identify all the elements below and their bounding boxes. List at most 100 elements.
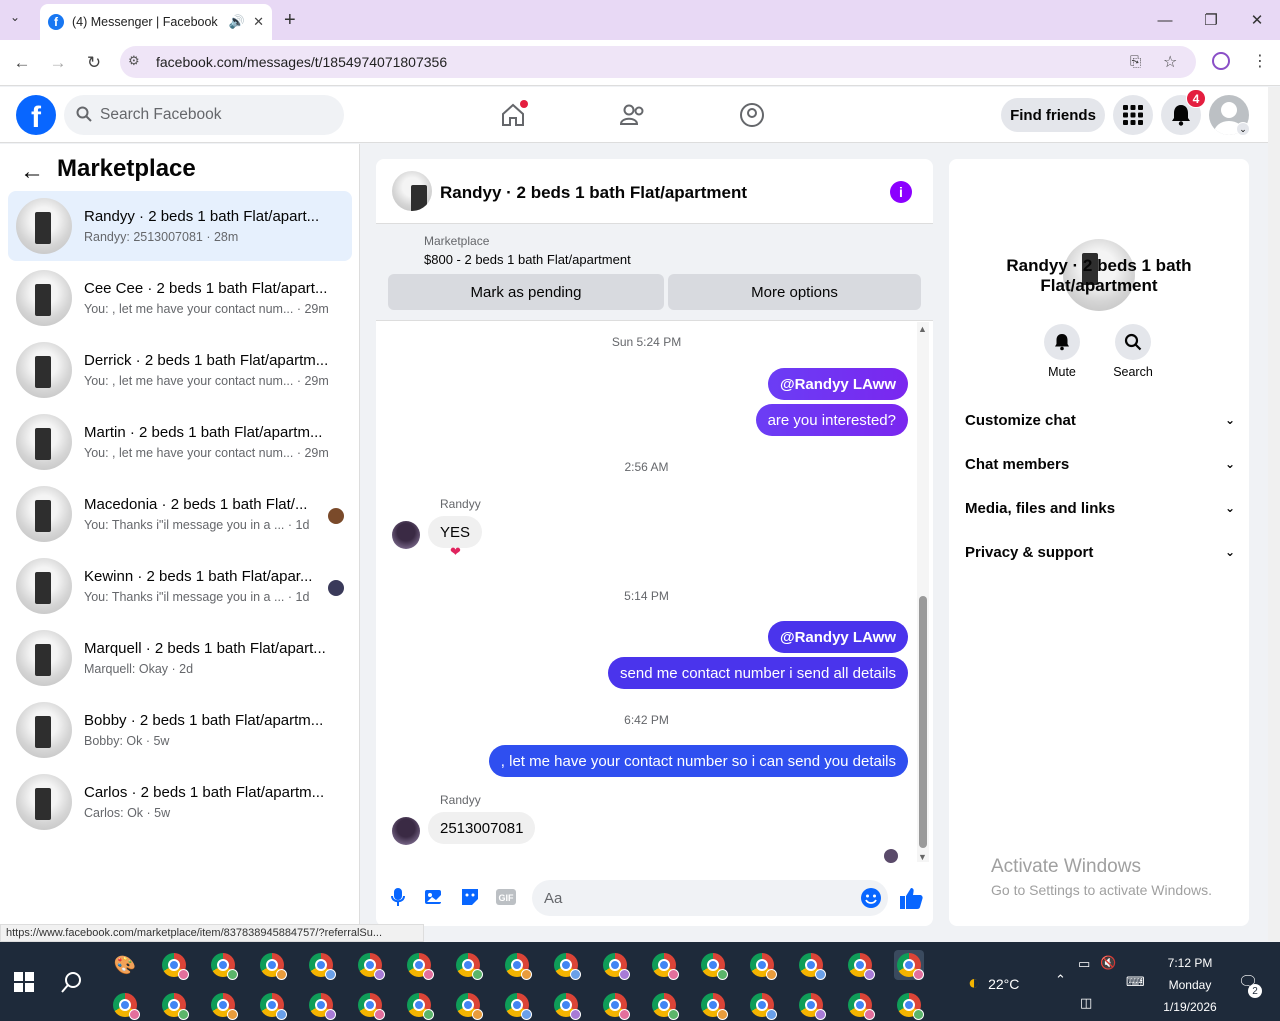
taskbar-app-chrome[interactable] <box>159 990 189 1020</box>
taskbar-app-chrome[interactable] <box>796 950 826 980</box>
heart-reaction-icon[interactable]: ❤ <box>450 544 466 559</box>
facebook-logo[interactable]: f <box>16 95 56 135</box>
gif-icon[interactable]: GIF <box>494 885 518 909</box>
sticker-icon[interactable] <box>458 885 482 909</box>
conversation-kewinn[interactable]: Kewinn · 2 beds 1 bath Flat/apar... You: … <box>8 551 352 621</box>
minimize-window-button[interactable]: — <box>1150 8 1180 32</box>
find-friends-button[interactable]: Find friends <box>1001 98 1105 132</box>
meet-icon[interactable]: ◫ <box>1080 995 1092 1011</box>
listing-price-title[interactable]: $800 - 2 beds 1 bath Flat/apartment <box>424 252 631 267</box>
randyy-avatar[interactable] <box>392 521 420 549</box>
close-tab-icon[interactable]: ✕ <box>253 14 264 30</box>
taskbar-app-chrome[interactable] <box>698 950 728 980</box>
menu-grid-button[interactable] <box>1113 95 1153 135</box>
taskbar-app-chrome[interactable] <box>551 950 581 980</box>
speaker-icon[interactable]: 🔊 <box>229 14 245 30</box>
media-files-links-row[interactable]: Media, files and links ⌄ <box>965 496 1235 520</box>
taskbar-app-chrome[interactable] <box>306 950 336 980</box>
conversation-marquell[interactable]: Marquell · 2 beds 1 bath Flat/apart... Ma… <box>8 623 352 693</box>
forward-button[interactable]: → <box>46 52 70 74</box>
microphone-icon[interactable] <box>386 885 410 909</box>
taskbar-app-chrome[interactable] <box>355 990 385 1020</box>
new-tab-button[interactable]: + <box>284 9 296 32</box>
conversation-carlos[interactable]: Carlos · 2 beds 1 bath Flat/apartm... Car… <box>8 767 352 837</box>
taskbar-app-chrome[interactable] <box>502 990 532 1020</box>
chat-title[interactable]: Randyy · 2 beds 1 bath Flat/apartment <box>440 183 747 203</box>
taskbar-app-chrome[interactable] <box>453 990 483 1020</box>
message-outgoing-mention[interactable]: @Randyy LAww <box>767 368 908 400</box>
message-outgoing[interactable]: , let me have your contact number so i c… <box>488 745 908 777</box>
page-scrollbar[interactable] <box>1268 87 1280 941</box>
close-window-button[interactable]: ✕ <box>1242 8 1272 32</box>
taskbar-app-chrome[interactable] <box>698 990 728 1020</box>
taskbar-app-chrome[interactable] <box>306 990 336 1020</box>
reload-button[interactable]: ↻ <box>82 52 106 74</box>
taskbar-app-chrome[interactable] <box>649 950 679 980</box>
taskbar-app-chrome[interactable] <box>600 950 630 980</box>
emoji-icon[interactable] <box>860 887 882 909</box>
profile-icon[interactable] <box>1212 52 1230 70</box>
taskbar-app-chrome[interactable] <box>502 950 532 980</box>
taskbar-app-chrome[interactable] <box>110 990 140 1020</box>
keyboard-icon[interactable]: ⌨ <box>1126 974 1145 990</box>
taskbar-app-chrome[interactable] <box>551 990 581 1020</box>
browser-tab-messenger[interactable]: f (4) Messenger | Facebook 🔊 ✕ <box>40 4 272 40</box>
scroll-up-arrow-icon[interactable]: ▲ <box>918 324 927 334</box>
volume-muted-icon[interactable]: 🔇 <box>1100 955 1116 971</box>
bookmark-star-icon[interactable]: ☆ <box>1163 52 1177 72</box>
conversation-cee-cee[interactable]: Cee Cee · 2 beds 1 bath Flat/apart... You… <box>8 263 352 333</box>
privacy-support-row[interactable]: Privacy & support ⌄ <box>965 540 1235 564</box>
taskbar-app-chrome[interactable] <box>894 950 924 980</box>
taskbar-app-chrome[interactable] <box>404 950 434 980</box>
thumbs-up-icon[interactable] <box>898 885 924 911</box>
chat-scroll-thumb[interactable] <box>919 596 927 848</box>
message-incoming[interactable]: 2513007081 <box>428 812 536 844</box>
message-outgoing[interactable]: send me contact number i send all detail… <box>608 657 908 689</box>
taskbar-app-chrome[interactable] <box>257 950 287 980</box>
conversation-randyy[interactable]: Randyy · 2 beds 1 bath Flat/apart... Rand… <box>8 191 352 261</box>
conversation-derrick[interactable]: Derrick · 2 beds 1 bath Flat/apartm... Yo… <box>8 335 352 405</box>
taskbar-app-chrome[interactable] <box>845 950 875 980</box>
back-button[interactable]: ← <box>10 52 34 74</box>
tab-search-icon[interactable]: ⌄ <box>10 10 20 24</box>
restore-window-button[interactable]: ❐ <box>1196 8 1226 32</box>
mute-button[interactable] <box>1044 324 1080 360</box>
taskbar-app-chrome[interactable] <box>649 990 679 1020</box>
account-chevron-icon[interactable]: ⌄ <box>1236 122 1250 136</box>
taskbar-app-chrome[interactable] <box>208 950 238 980</box>
network-icon[interactable]: ▭ <box>1078 956 1090 972</box>
taskbar-app-chrome[interactable] <box>894 990 924 1020</box>
taskbar-app-chrome[interactable] <box>159 950 189 980</box>
site-settings-icon[interactable]: ⚙ <box>128 53 140 69</box>
url-input[interactable]: facebook.com/messages/t/1854974071807356 <box>120 46 1196 78</box>
customize-chat-row[interactable]: Customize chat ⌄ <box>965 408 1235 432</box>
taskbar-app-paint[interactable]: 🎨 <box>110 950 140 980</box>
message-outgoing-mention[interactable]: @Randyy LAww <box>767 621 908 653</box>
taskbar-app-chrome[interactable] <box>208 990 238 1020</box>
conversation-bobby[interactable]: Bobby · 2 beds 1 bath Flat/apartm... Bobb… <box>8 695 352 765</box>
tray-overflow-icon[interactable]: ⌃ <box>1055 972 1066 988</box>
facebook-search-input[interactable]: Search Facebook <box>64 95 344 135</box>
taskbar-app-chrome[interactable] <box>453 950 483 980</box>
mark-as-pending-button[interactable]: Mark as pending <box>388 274 664 310</box>
browser-menu-icon[interactable]: ⋮ <box>1252 51 1268 71</box>
conversation-martin[interactable]: Martin · 2 beds 1 bath Flat/apartm... You… <box>8 407 352 477</box>
randyy-avatar[interactable] <box>392 817 420 845</box>
taskbar-app-chrome[interactable] <box>747 950 777 980</box>
back-arrow-icon[interactable]: ← <box>20 158 44 186</box>
taskbar-app-chrome[interactable] <box>404 990 434 1020</box>
friends-nav-icon[interactable] <box>618 100 648 130</box>
message-input[interactable]: Aa <box>532 880 888 916</box>
conversation-macedonia[interactable]: Macedonia · 2 beds 1 bath Flat/... You: T… <box>8 479 352 549</box>
taskbar-app-chrome[interactable] <box>600 990 630 1020</box>
taskbar-app-chrome[interactable] <box>845 990 875 1020</box>
install-app-icon[interactable]: ⎘ <box>1130 53 1141 70</box>
windows-start-icon[interactable] <box>14 972 34 992</box>
taskbar-app-chrome[interactable] <box>747 990 777 1020</box>
taskbar-clock[interactable]: 7:12 PM Monday 1/19/2026 <box>1150 952 1230 1018</box>
chat-header-thumbnail[interactable] <box>392 171 432 211</box>
message-outgoing[interactable]: are you interested? <box>755 404 908 436</box>
weather-widget[interactable]: ◐ 22°C <box>968 972 1019 995</box>
chat-members-row[interactable]: Chat members ⌄ <box>965 452 1235 476</box>
taskbar-app-chrome[interactable] <box>355 950 385 980</box>
